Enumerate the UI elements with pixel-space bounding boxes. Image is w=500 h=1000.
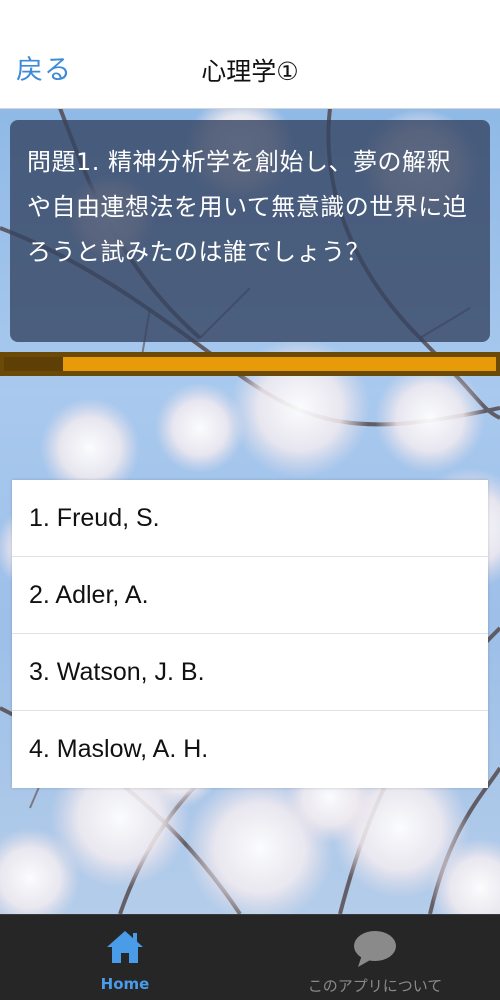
answer-list: 1. Freud, S. 2. Adler, A. 3. Watson, J. … xyxy=(12,480,488,788)
answer-option-3[interactable]: 3. Watson, J. B. xyxy=(12,634,488,711)
app-screen: 戻る 心理学① 問題1. 精神分析学を創始し、夢の解釈や自由連想法を用いて無意識… xyxy=(0,0,500,1000)
answer-option-2[interactable]: 2. Adler, A. xyxy=(12,557,488,634)
answer-option-1[interactable]: 1. Freud, S. xyxy=(12,480,488,557)
progress-bar xyxy=(0,352,500,376)
tab-about-label: このアプリについて xyxy=(307,977,443,995)
home-icon xyxy=(105,929,145,969)
navigation-bar: 戻る 心理学① xyxy=(0,0,500,109)
progress-fill xyxy=(4,357,64,371)
tab-home[interactable]: Home xyxy=(0,915,250,1000)
question-text: 問題1. 精神分析学を創始し、夢の解釈や自由連想法を用いて無意識の世界に迫ろうと… xyxy=(27,148,468,266)
question-box: 問題1. 精神分析学を創始し、夢の解釈や自由連想法を用いて無意識の世界に迫ろうと… xyxy=(10,120,490,342)
answer-option-4[interactable]: 4. Maslow, A. H. xyxy=(12,711,488,788)
progress-track xyxy=(4,357,496,371)
tab-about[interactable]: このアプリについて xyxy=(250,915,500,1000)
tab-bar: Home このアプリについて xyxy=(0,914,500,1000)
page-title: 心理学① xyxy=(201,57,299,86)
speech-bubble-icon xyxy=(352,929,398,973)
tab-home-label: Home xyxy=(100,975,150,993)
